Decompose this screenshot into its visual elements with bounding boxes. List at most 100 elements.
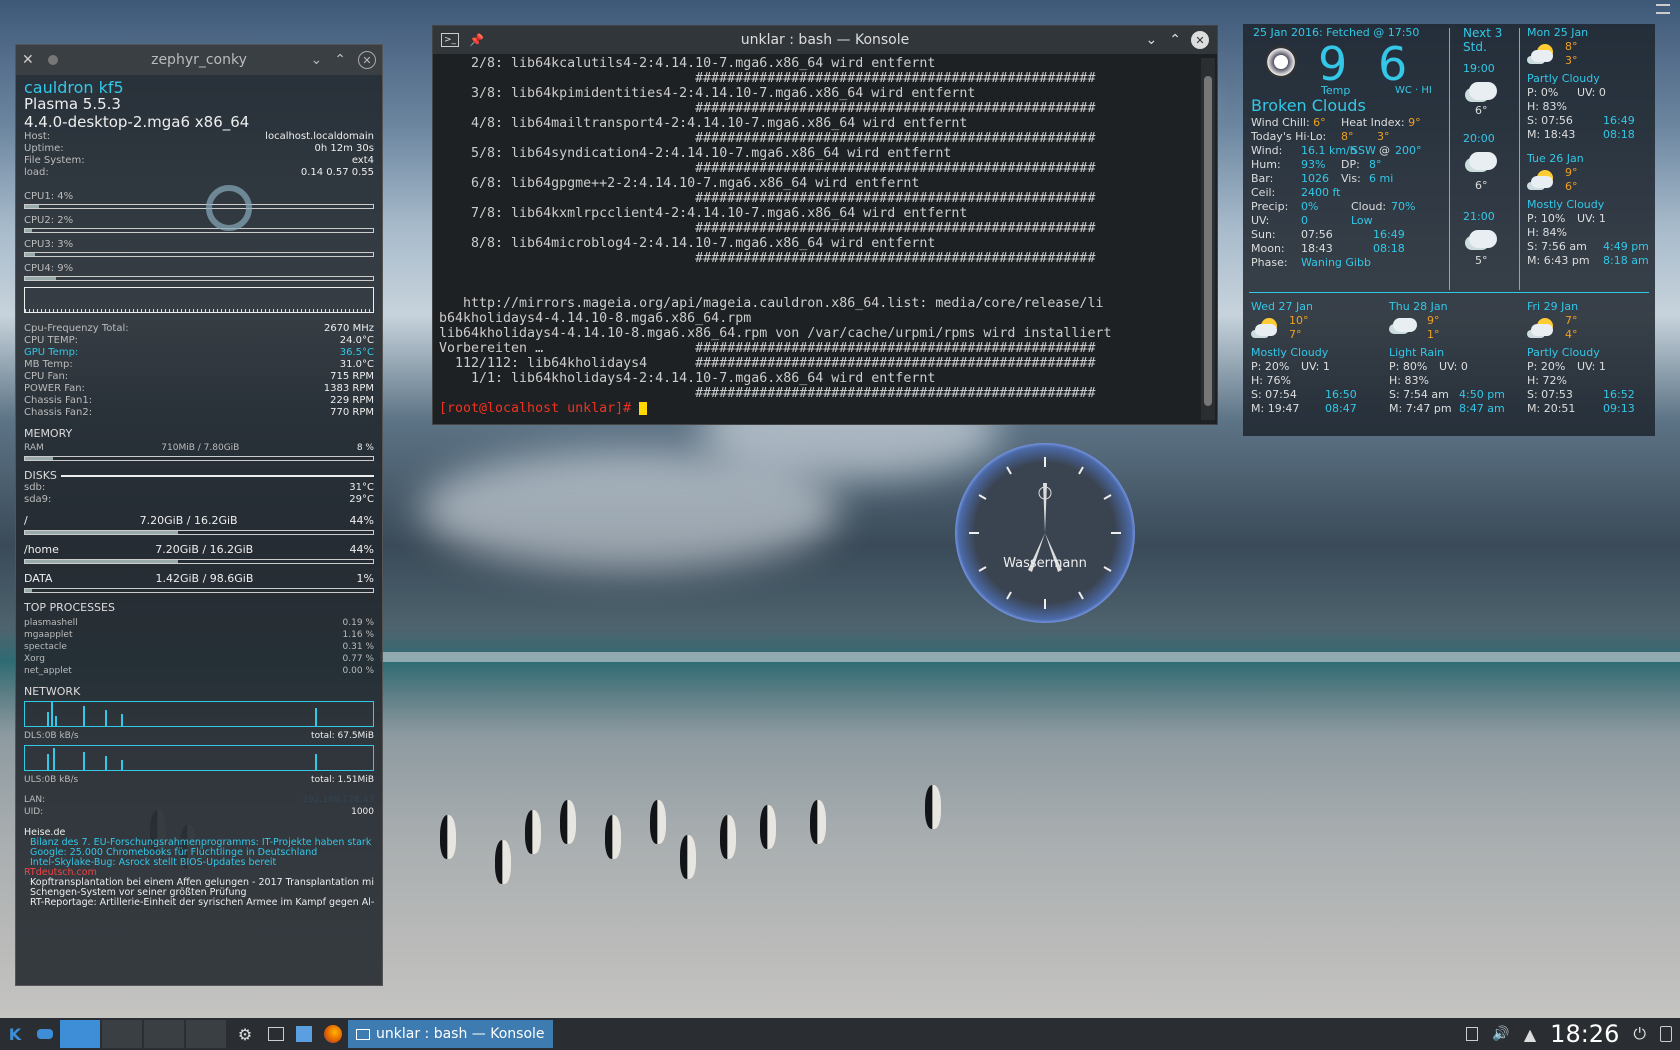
trash-icon[interactable]	[1660, 1026, 1672, 1042]
feed-item[interactable]: RT-Reportage: Artillerie-Einheit der syr…	[24, 898, 374, 908]
forecast-day-name: Mon	[1527, 26, 1551, 39]
hourly-temp: 5°	[1475, 254, 1488, 267]
sensor-row: Chassis Fan2: 770 RPM	[24, 407, 374, 419]
forecast-sunset: 16:52	[1603, 388, 1635, 401]
forecast-date: 28 Jan	[1413, 300, 1448, 313]
sensor-label: GPU Temp:	[24, 347, 79, 358]
forecast-precip: P: 20%	[1527, 360, 1566, 373]
divider	[1449, 28, 1450, 290]
forecast-precip: P: 20%	[1251, 360, 1290, 373]
sensor-label: MB Temp:	[24, 359, 73, 370]
close-button[interactable]: ✕	[1191, 31, 1209, 49]
forecast-hi: 8°	[1565, 40, 1578, 53]
pin-icon[interactable]	[48, 55, 58, 65]
forecast-sunrise: S: 7:56 am	[1527, 240, 1587, 253]
clipboard-icon[interactable]	[1466, 1027, 1479, 1041]
forecast-day: Thu 28 Jan	[1389, 300, 1448, 314]
upload-total: total: 1.51MiB	[311, 775, 374, 785]
mount-usage: 1.42GiB / 98.6GiB	[155, 572, 254, 585]
forecast-lo: 4°	[1565, 328, 1578, 341]
expand-tray-icon[interactable]: ▲	[1524, 1025, 1536, 1044]
terminal-scrollbar[interactable]	[1201, 58, 1215, 420]
ceiling-label: Ceil:	[1251, 186, 1276, 199]
conky-titlebar[interactable]: ✕ zephyr_conky ⌄ ⌃ ✕	[16, 45, 382, 75]
cloud-icon	[1531, 176, 1553, 188]
terminal-launcher-icon[interactable]	[262, 1018, 290, 1050]
sensor-value: 31.0°C	[339, 359, 374, 370]
forecast-moonrise: M: 6:43 pm	[1527, 254, 1590, 267]
forecast-humidity: H: 76%	[1251, 374, 1291, 387]
power-icon[interactable]: ⏻	[1633, 1024, 1646, 1044]
taskbar: K ⚙ unklar : bash — Konsole 🔊 ▲ 18:26 ⏻	[0, 1018, 1680, 1050]
distro-name: cauldron kf5	[24, 78, 124, 97]
maximize-button[interactable]: ⌃	[1169, 32, 1181, 48]
cpu-row: CPU2: 2%	[24, 215, 374, 233]
process-pct: 0.77 %	[342, 654, 374, 664]
wind-chill-big: 6	[1378, 37, 1408, 91]
scrollbar-thumb[interactable]	[1204, 76, 1212, 406]
forecast-day: Mon 25 Jan	[1527, 26, 1588, 40]
forecast-sunset: 16:49	[1603, 114, 1635, 127]
minimize-button[interactable]: ⌄	[311, 52, 323, 68]
load-value: 0.14 0.57 0.55	[300, 167, 374, 178]
app-launcher-icon[interactable]: K	[0, 1018, 30, 1050]
forecast-sunrise: S: 07:54	[1251, 388, 1297, 401]
terminal-output[interactable]: 2/8: lib64kcalutils4-2:4.14.10-7.mga6.x8…	[433, 54, 1197, 422]
mount-row: /home 7.20GiB / 16.2GiB 44%	[24, 543, 374, 564]
firefox-icon[interactable]	[318, 1018, 348, 1050]
uptime-value: 0h 12m 30s	[314, 143, 374, 154]
uptime-label: Uptime:	[24, 143, 64, 154]
pin-icon[interactable]: 📌	[469, 33, 484, 47]
task-konsole[interactable]: unklar : bash — Konsole	[348, 1020, 553, 1048]
pager-desktop-1[interactable]	[60, 1020, 100, 1048]
terminal-line: lib64kholidays4-4.14.10-8.mga6.x86_64.rp…	[439, 326, 1112, 341]
disk-temp-value: 31°C	[349, 482, 374, 493]
pager-desktop-2[interactable]	[102, 1020, 142, 1048]
mageia-control-center-icon[interactable]: ⚙	[228, 1018, 262, 1050]
sensor-label: Chassis Fan2:	[24, 407, 93, 418]
lan-label: LAN:	[24, 795, 46, 805]
phase-value: Waning Gibb	[1301, 256, 1371, 269]
terminal-line: ########################################…	[439, 161, 1096, 176]
forecast-sunrise: S: 07:56	[1527, 114, 1573, 127]
show-desktop-icon[interactable]	[30, 1018, 60, 1050]
wind-chill-value: 6°	[1313, 116, 1326, 129]
task-label: unklar : bash — Konsole	[376, 1026, 545, 1042]
forecast-sunset: 16:50	[1325, 388, 1357, 401]
pressure-label: Bar:	[1251, 172, 1274, 185]
download-speed: DLS:0B kB/s	[24, 731, 79, 741]
download-graph	[24, 701, 374, 727]
top-right-menu-icon[interactable]	[1656, 4, 1670, 14]
forecast-moonrise: M: 18:43	[1527, 128, 1576, 141]
cpu-row: CPU1: 4%	[24, 191, 374, 209]
forecast-day-name: Thu	[1389, 300, 1410, 313]
pager-desktop-4[interactable]	[186, 1020, 226, 1048]
forecast-hi: 9°	[1565, 166, 1578, 179]
mount-bar	[24, 559, 374, 564]
current-condition: Broken Clouds	[1251, 96, 1366, 115]
konsole-titlebar[interactable]: >_ 📌 unklar : bash — Konsole ⌄ ⌃ ✕	[433, 26, 1217, 54]
close-button[interactable]: ✕	[358, 51, 376, 69]
minimize-button[interactable]: ⌄	[1146, 32, 1158, 48]
process-name: spectacle	[24, 642, 67, 652]
analog-clock[interactable]: Wassermann	[955, 443, 1135, 623]
hourly-temp: 6°	[1475, 179, 1488, 192]
prompt-line[interactable]: [root@localhost unklar]#	[439, 401, 1191, 416]
forecast-moonrise: M: 7:47 pm	[1389, 402, 1452, 415]
forecast-condition: Light Rain	[1389, 346, 1445, 359]
volume-icon[interactable]: 🔊	[1492, 1026, 1509, 1042]
terminal-line: 6/8: lib64gpgme++2-2:4.14.10-7.mga6.x86_…	[439, 176, 920, 191]
system-clock[interactable]: 18:26	[1550, 1020, 1619, 1048]
upload-graph	[24, 745, 374, 771]
process-list: plasmashell 0.19 % mgaapplet 1.16 % specta…	[24, 617, 374, 677]
maximize-button[interactable]: ⌃	[334, 52, 346, 68]
terminal-line: ########################################…	[439, 251, 1096, 266]
pager-desktop-3[interactable]	[144, 1020, 184, 1048]
cpu-bar-fill	[25, 229, 32, 232]
konsole-window: >_ 📌 unklar : bash — Konsole ⌄ ⌃ ✕ 2/8: …	[432, 25, 1218, 425]
network-heading: NETWORK	[24, 685, 81, 698]
next-hours-title: Next 3	[1463, 26, 1503, 40]
hilo-label: Today's Hi·Lo:	[1251, 130, 1327, 143]
file-manager-icon[interactable]	[290, 1018, 318, 1050]
weather-condition-icon	[1265, 46, 1297, 78]
